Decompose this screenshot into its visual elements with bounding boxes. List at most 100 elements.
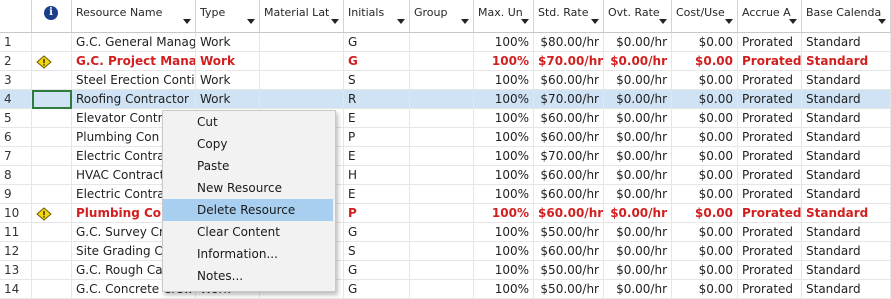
row-number[interactable]: 11: [0, 223, 32, 242]
header-ovt-rate[interactable]: Ovt. Rate: [604, 0, 672, 32]
table-row[interactable]: 1 G.C. General Manag Work G 100% $80.00/hr $0.…: [0, 33, 891, 52]
group-cell[interactable]: [410, 223, 474, 242]
chevron-down-icon[interactable]: [591, 19, 599, 24]
max-units-cell[interactable]: 100%: [474, 242, 534, 261]
row-number[interactable]: 12: [0, 242, 32, 261]
std-rate-cell[interactable]: $60.00/hr: [534, 185, 604, 204]
menu-item-clear-content[interactable]: Clear Content: [163, 221, 333, 243]
cost-use-cell[interactable]: $0.00: [672, 90, 738, 109]
max-units-cell[interactable]: 100%: [474, 204, 534, 223]
header-base-calendar[interactable]: Base Calenda: [802, 0, 891, 32]
accrue-at-cell[interactable]: Prorated: [738, 109, 802, 128]
group-cell[interactable]: [410, 109, 474, 128]
base-calendar-cell[interactable]: Standard: [802, 90, 891, 109]
accrue-at-cell[interactable]: Prorated: [738, 52, 802, 71]
resource-name-cell[interactable]: G.C. General Manag: [72, 33, 196, 52]
menu-item-cut[interactable]: Cut: [163, 111, 333, 133]
initials-cell[interactable]: G: [344, 280, 410, 299]
chevron-down-icon[interactable]: [521, 19, 529, 24]
indicator-cell[interactable]: [32, 261, 72, 280]
header-accrue-at[interactable]: Accrue A: [738, 0, 802, 32]
std-rate-cell[interactable]: $60.00/hr: [534, 204, 604, 223]
resource-name-cell[interactable]: Steel Erection Conti: [72, 71, 196, 90]
accrue-at-cell[interactable]: Prorated: [738, 71, 802, 90]
row-number[interactable]: 8: [0, 166, 32, 185]
base-calendar-cell[interactable]: Standard: [802, 204, 891, 223]
indicator-cell[interactable]: [32, 223, 72, 242]
row-number[interactable]: 9: [0, 185, 32, 204]
type-cell[interactable]: Work: [196, 33, 260, 52]
accrue-at-cell[interactable]: Prorated: [738, 128, 802, 147]
table-row[interactable]: 5 Elevator Contr E 100% $60.00/hr $0.00/hr $0.…: [0, 109, 891, 128]
row-number[interactable]: 13: [0, 261, 32, 280]
ovt-rate-cell[interactable]: $0.00/hr: [604, 147, 672, 166]
max-units-cell[interactable]: 100%: [474, 52, 534, 71]
std-rate-cell[interactable]: $50.00/hr: [534, 223, 604, 242]
initials-cell[interactable]: R: [344, 90, 410, 109]
group-cell[interactable]: [410, 242, 474, 261]
indicator-cell[interactable]: [32, 147, 72, 166]
initials-cell[interactable]: E: [344, 147, 410, 166]
max-units-cell[interactable]: 100%: [474, 223, 534, 242]
cost-use-cell[interactable]: $0.00: [672, 242, 738, 261]
material-label-cell[interactable]: [260, 33, 344, 52]
accrue-at-cell[interactable]: Prorated: [738, 261, 802, 280]
initials-cell[interactable]: S: [344, 242, 410, 261]
base-calendar-cell[interactable]: Standard: [802, 166, 891, 185]
cost-use-cell[interactable]: $0.00: [672, 261, 738, 280]
header-resource-name[interactable]: Resource Name: [72, 0, 196, 32]
indicator-cell[interactable]: [32, 128, 72, 147]
cost-use-cell[interactable]: $0.00: [672, 33, 738, 52]
accrue-at-cell[interactable]: Prorated: [738, 147, 802, 166]
menu-item-information[interactable]: Information...: [163, 243, 333, 265]
initials-cell[interactable]: G: [344, 52, 410, 71]
chevron-down-icon[interactable]: [397, 19, 405, 24]
row-number[interactable]: 6: [0, 128, 32, 147]
chevron-down-icon[interactable]: [725, 19, 733, 24]
row-number[interactable]: 4: [0, 90, 32, 109]
max-units-cell[interactable]: 100%: [474, 71, 534, 90]
base-calendar-cell[interactable]: Standard: [802, 185, 891, 204]
row-number[interactable]: 10: [0, 204, 32, 223]
chevron-down-icon[interactable]: [247, 19, 255, 24]
group-cell[interactable]: [410, 185, 474, 204]
accrue-at-cell[interactable]: Prorated: [738, 166, 802, 185]
indicator-cell[interactable]: [32, 166, 72, 185]
group-cell[interactable]: [410, 280, 474, 299]
ovt-rate-cell[interactable]: $0.00/hr: [604, 52, 672, 71]
max-units-cell[interactable]: 100%: [474, 90, 534, 109]
std-rate-cell[interactable]: $60.00/hr: [534, 71, 604, 90]
row-number[interactable]: 5: [0, 109, 32, 128]
cost-use-cell[interactable]: $0.00: [672, 166, 738, 185]
indicator-cell[interactable]: [32, 280, 72, 299]
base-calendar-cell[interactable]: Standard: [802, 147, 891, 166]
indicator-cell[interactable]: [32, 109, 72, 128]
material-label-cell[interactable]: [260, 71, 344, 90]
max-units-cell[interactable]: 100%: [474, 261, 534, 280]
chevron-down-icon[interactable]: [461, 19, 469, 24]
chevron-down-icon[interactable]: [183, 19, 191, 24]
chevron-down-icon[interactable]: [789, 19, 797, 24]
ovt-rate-cell[interactable]: $0.00/hr: [604, 71, 672, 90]
group-cell[interactable]: [410, 147, 474, 166]
chevron-down-icon[interactable]: [659, 19, 667, 24]
initials-cell[interactable]: E: [344, 185, 410, 204]
max-units-cell[interactable]: 100%: [474, 33, 534, 52]
ovt-rate-cell[interactable]: $0.00/hr: [604, 261, 672, 280]
accrue-at-cell[interactable]: Prorated: [738, 223, 802, 242]
group-cell[interactable]: [410, 128, 474, 147]
menu-item-notes[interactable]: Notes...: [163, 265, 333, 287]
cost-use-cell[interactable]: $0.00: [672, 109, 738, 128]
indicator-cell[interactable]: [32, 71, 72, 90]
chevron-down-icon[interactable]: [331, 19, 339, 24]
resource-name-cell[interactable]: Roofing Contractor: [72, 90, 196, 109]
type-cell[interactable]: Work: [196, 52, 260, 71]
material-label-cell[interactable]: [260, 52, 344, 71]
row-number[interactable]: 14: [0, 280, 32, 299]
header-initials[interactable]: Initials: [344, 0, 410, 32]
accrue-at-cell[interactable]: Prorated: [738, 280, 802, 299]
header-type[interactable]: Type: [196, 0, 260, 32]
std-rate-cell[interactable]: $50.00/hr: [534, 280, 604, 299]
cost-use-cell[interactable]: $0.00: [672, 204, 738, 223]
table-row[interactable]: 2 G.C. Project Manag Work G 100% $70.00/hr $0.…: [0, 52, 891, 71]
